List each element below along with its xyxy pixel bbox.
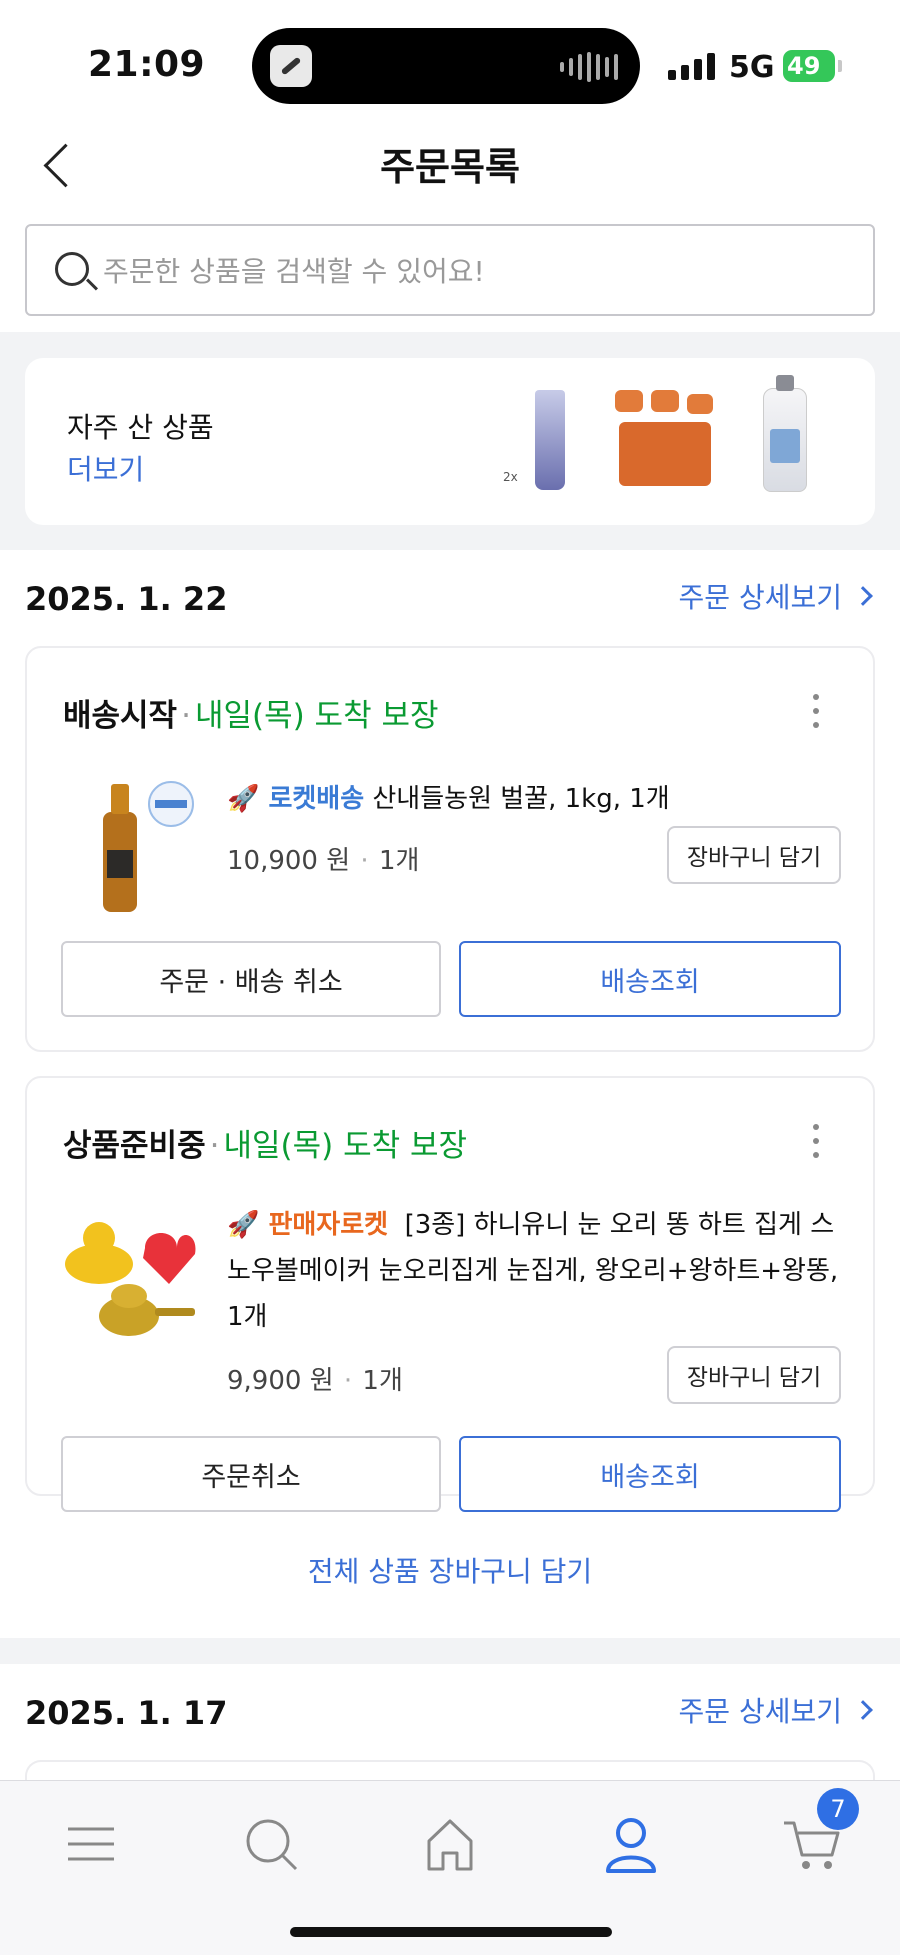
product-name-line-3: 1개 [227, 1302, 268, 1332]
chevron-right-icon [853, 586, 873, 606]
battery-indicator: 49 [783, 50, 842, 82]
cancel-order-button[interactable]: 주문취소 [61, 1436, 441, 1512]
order-card: 상품준비중 · 내일(목) 도착 보장 🚀 판매자로켓 [3종] 하니유니 눈 오리… [25, 1076, 875, 1512]
product-qty: 1개 [362, 1366, 403, 1396]
product-title[interactable]: 🚀 판매자로켓 [3종] 하니유니 눈 오리 똥 하트 집게 스 노우볼메이커 … [227, 1202, 847, 1340]
seller-rocket-badge: 🚀 판매자로켓 [227, 1210, 389, 1240]
status-separator: · [181, 698, 191, 734]
menu-icon[interactable] [56, 1809, 126, 1879]
page-header: 주문목록 [0, 110, 900, 220]
add-to-cart-button[interactable]: 장바구니 담기 [667, 1346, 841, 1404]
frequent-product-bottle-image[interactable] [763, 375, 807, 492]
order-date: 2025. 1. 17 [25, 1694, 228, 1732]
frequent-product-box-image[interactable] [615, 390, 715, 490]
status-separator: · [209, 1128, 220, 1164]
network-type: 5G [729, 50, 775, 85]
frequent-product-tube-image[interactable] [535, 390, 565, 490]
home-indicator [290, 1927, 612, 1937]
track-delivery-button[interactable]: 배송조회 [459, 941, 841, 1017]
status-label: 배송시작 [63, 698, 178, 734]
arrival-guarantee: 내일(목) 도착 보장 [194, 698, 439, 734]
product-price: 10,900 원 [227, 846, 351, 876]
track-delivery-button[interactable]: 배송조회 [459, 1436, 841, 1512]
order-detail-link[interactable]: 주문 상세보기 [678, 1690, 873, 1730]
order-detail-link[interactable]: 주문 상세보기 [678, 576, 873, 616]
add-all-to-cart-link[interactable]: 전체 상품 장바구니 담기 [0, 1550, 900, 1590]
product-name-line-1: [3종] 하니유니 눈 오리 똥 하트 집게 스 [404, 1210, 835, 1240]
cart-count-badge: 7 [817, 1788, 859, 1830]
more-options-icon[interactable] [813, 694, 821, 730]
arrival-guarantee: 내일(목) 도착 보장 [223, 1128, 468, 1164]
search-icon [55, 252, 89, 286]
dynamic-island [252, 28, 640, 104]
snow-clip-product-image[interactable] [59, 1208, 199, 1348]
product-name: 산내들농원 벌꿀, 1kg, 1개 [372, 784, 670, 814]
my-account-icon[interactable] [596, 1809, 666, 1879]
live-activity-app-icon [270, 45, 312, 87]
home-icon[interactable] [415, 1809, 485, 1879]
frequent-products-card[interactable]: 자주 산 상품 더보기 2x [25, 358, 875, 525]
delivery-status: 배송시작 · 내일(목) 도착 보장 [63, 690, 439, 735]
more-options-icon[interactable] [813, 1124, 821, 1160]
order-group-1: 2025. 1. 22 주문 상세보기 배송시작 · 내일(목) 도착 보장 🚀 로… [0, 550, 900, 1638]
audio-wave-icon [560, 52, 618, 82]
order-date: 2025. 1. 22 [25, 580, 228, 618]
price-row: 9,900 원 · 1개 [227, 1366, 403, 1396]
delivery-status: 상품준비중 · 내일(목) 도착 보장 [63, 1120, 467, 1165]
rocket-delivery-badge: 🚀 로켓배송 [227, 784, 365, 814]
frequent-products-label: 자주 산 상품 [67, 411, 214, 444]
product-qty: 1개 [378, 846, 420, 876]
cellular-signal-icon [668, 52, 715, 80]
search-icon[interactable] [236, 1809, 306, 1879]
add-to-cart-button[interactable]: 장바구니 담기 [667, 826, 841, 884]
tube-pack-label: 2x [503, 470, 518, 484]
price-row: 10,900 원 · 1개 [227, 846, 420, 876]
order-detail-label: 주문 상세보기 [678, 581, 842, 614]
see-more-link[interactable]: 더보기 [67, 448, 144, 488]
cancel-order-shipping-button[interactable]: 주문 · 배송 취소 [61, 941, 441, 1017]
clock: 21:09 [88, 44, 206, 85]
bottom-tab-bar [0, 1780, 900, 1955]
search-box[interactable] [25, 224, 875, 316]
status-bar: 21:09 5G 49 [0, 0, 900, 110]
product-name-line-2: 노우볼메이커 눈오리집게 눈집게, 왕오리+왕하트+왕똥, [227, 1256, 839, 1286]
order-detail-label: 주문 상세보기 [678, 1695, 842, 1728]
search-section [0, 220, 900, 332]
chevron-right-icon [853, 1700, 873, 1720]
honey-product-image[interactable] [59, 778, 199, 918]
product-price: 9,900 원 [227, 1366, 334, 1396]
search-input[interactable] [103, 246, 843, 296]
page-title: 주문목록 [380, 145, 520, 189]
order-card: 배송시작 · 내일(목) 도착 보장 🚀 로켓배송 산내들농원 벌꿀, 1kg, 1… [25, 646, 875, 1052]
product-title[interactable]: 🚀 로켓배송 산내들농원 벌꿀, 1kg, 1개 [227, 776, 670, 822]
status-label: 상품준비중 [63, 1128, 206, 1164]
